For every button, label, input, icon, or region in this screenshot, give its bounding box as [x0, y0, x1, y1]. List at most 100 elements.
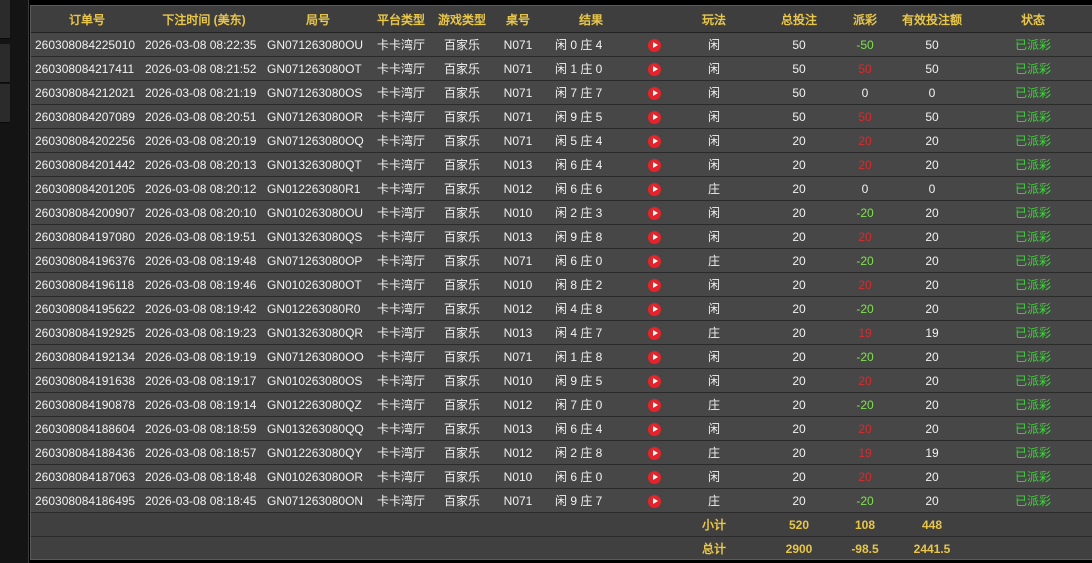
- play-replay-icon[interactable]: [647, 422, 661, 436]
- play-replay-icon[interactable]: [647, 494, 661, 508]
- result-cell: 闲 9 庄 5: [543, 368, 639, 393]
- valid-bet-cell: 0: [891, 176, 973, 201]
- bet-records-screen: 订单号 下注时间 (美东) 局号 平台类型 游戏类型 桌号 结果 玩法 总投注 …: [0, 0, 1092, 563]
- round-cell: GN010263080OS: [265, 368, 371, 393]
- bet-type-cell: 庄: [669, 320, 759, 345]
- replay-cell[interactable]: [639, 104, 669, 129]
- grand-total-payout: -98.5: [839, 536, 891, 559]
- order-cell: 260308084196118: [31, 272, 143, 297]
- subtotal-spacer: [31, 512, 669, 537]
- bet-time-cell: 2026-03-08 08:20:13: [143, 152, 265, 177]
- platform-cell: 卡卡湾厅: [371, 104, 431, 129]
- bet-type-cell: 闲: [669, 224, 759, 249]
- status-cell: 已派彩: [973, 368, 1092, 393]
- play-replay-icon[interactable]: [647, 278, 661, 292]
- play-replay-icon[interactable]: [647, 134, 661, 148]
- replay-cell[interactable]: [639, 80, 669, 105]
- valid-bet-cell: 20: [891, 488, 973, 513]
- replay-cell[interactable]: [639, 200, 669, 225]
- game-type-cell: 百家乐: [431, 464, 493, 489]
- replay-cell[interactable]: [639, 464, 669, 489]
- platform-cell: 卡卡湾厅: [371, 272, 431, 297]
- payout-cell: 20: [839, 272, 891, 297]
- replay-cell[interactable]: [639, 224, 669, 249]
- replay-cell[interactable]: [639, 296, 669, 321]
- payout-cell: 20: [839, 416, 891, 441]
- play-replay-icon[interactable]: [647, 38, 661, 52]
- table-number-cell: N010: [493, 200, 543, 225]
- table-number-cell: N013: [493, 224, 543, 249]
- play-replay-icon[interactable]: [647, 446, 661, 460]
- replay-cell[interactable]: [639, 488, 669, 513]
- bet-type-cell: 庄: [669, 392, 759, 417]
- replay-cell[interactable]: [639, 176, 669, 201]
- play-replay-icon[interactable]: [647, 182, 661, 196]
- play-replay-icon[interactable]: [647, 110, 661, 124]
- sidebar-segment[interactable]: [0, 0, 10, 39]
- bet-type-cell: 闲: [669, 32, 759, 57]
- game-type-cell: 百家乐: [431, 56, 493, 81]
- bet-time-cell: 2026-03-08 08:19:48: [143, 248, 265, 273]
- payout-cell: -20: [839, 296, 891, 321]
- replay-cell[interactable]: [639, 320, 669, 345]
- game-type-cell: 百家乐: [431, 440, 493, 465]
- play-replay-icon[interactable]: [647, 398, 661, 412]
- order-cell: 260308084190878: [31, 392, 143, 417]
- sidebar-segment[interactable]: [0, 84, 10, 123]
- round-cell: GN012263080R1: [265, 176, 371, 201]
- valid-bet-cell: 20: [891, 344, 973, 369]
- replay-cell[interactable]: [639, 272, 669, 297]
- play-replay-icon[interactable]: [647, 158, 661, 172]
- replay-cell[interactable]: [639, 440, 669, 465]
- table-row: 260308084196376 2026-03-08 08:19:48 GN0712…: [31, 248, 1092, 273]
- play-replay-icon[interactable]: [647, 254, 661, 268]
- bet-time-cell: 2026-03-08 08:18:59: [143, 416, 265, 441]
- play-replay-icon[interactable]: [647, 470, 661, 484]
- col-header-table: 桌号: [493, 6, 543, 33]
- payout-cell: 20: [839, 152, 891, 177]
- bet-time-cell: 2026-03-08 08:19:14: [143, 392, 265, 417]
- replay-cell[interactable]: [639, 392, 669, 417]
- replay-cell[interactable]: [639, 152, 669, 177]
- round-cell: GN071263080OQ: [265, 128, 371, 153]
- payout-cell: -20: [839, 200, 891, 225]
- result-cell: 闲 9 庄 7: [543, 488, 639, 513]
- play-replay-icon[interactable]: [647, 326, 661, 340]
- bet-type-cell: 闲: [669, 272, 759, 297]
- play-replay-icon[interactable]: [647, 230, 661, 244]
- replay-cell[interactable]: [639, 248, 669, 273]
- valid-bet-cell: 20: [891, 152, 973, 177]
- replay-cell[interactable]: [639, 56, 669, 81]
- total-bet-cell: 20: [759, 248, 839, 273]
- table-row: 260308084200907 2026-03-08 08:20:10 GN0102…: [31, 200, 1092, 225]
- play-replay-icon[interactable]: [647, 302, 661, 316]
- status-cell: 已派彩: [973, 224, 1092, 249]
- table-number-cell: N071: [493, 80, 543, 105]
- platform-cell: 卡卡湾厅: [371, 80, 431, 105]
- play-replay-icon[interactable]: [647, 350, 661, 364]
- platform-cell: 卡卡湾厅: [371, 224, 431, 249]
- play-replay-icon[interactable]: [647, 86, 661, 100]
- replay-cell[interactable]: [639, 416, 669, 441]
- valid-bet-cell: 50: [891, 104, 973, 129]
- payout-cell: 20: [839, 224, 891, 249]
- valid-bet-cell: 20: [891, 248, 973, 273]
- valid-bet-cell: 0: [891, 80, 973, 105]
- replay-cell[interactable]: [639, 128, 669, 153]
- table-number-cell: N013: [493, 320, 543, 345]
- bet-time-cell: 2026-03-08 08:19:17: [143, 368, 265, 393]
- replay-cell[interactable]: [639, 344, 669, 369]
- play-replay-icon[interactable]: [647, 62, 661, 76]
- total-bet-cell: 50: [759, 104, 839, 129]
- replay-cell[interactable]: [639, 32, 669, 57]
- round-cell: GN010263080OT: [265, 272, 371, 297]
- valid-bet-cell: 20: [891, 224, 973, 249]
- status-cell: 已派彩: [973, 128, 1092, 153]
- game-type-cell: 百家乐: [431, 104, 493, 129]
- game-type-cell: 百家乐: [431, 392, 493, 417]
- play-replay-icon[interactable]: [647, 206, 661, 220]
- replay-cell[interactable]: [639, 368, 669, 393]
- play-replay-icon[interactable]: [647, 374, 661, 388]
- sidebar-segment[interactable]: [0, 44, 10, 83]
- total-bet-cell: 20: [759, 224, 839, 249]
